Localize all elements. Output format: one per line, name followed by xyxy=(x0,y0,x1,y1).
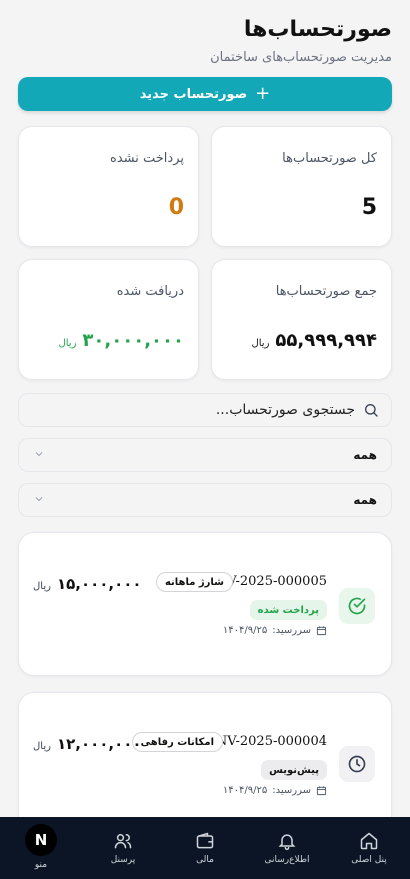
clock-icon xyxy=(339,746,375,782)
nav-label: پنل اصلی xyxy=(351,855,387,865)
nav-label: اطلاع‌رسانی xyxy=(264,855,310,865)
filter-select-status[interactable]: همه xyxy=(18,438,392,472)
amount-value: ۱۲,۰۰۰,۰۰۰ xyxy=(56,735,142,753)
plus-icon: + xyxy=(255,83,271,104)
stat-amount: ۵۵,۹۹۹,۹۹۴ ریال xyxy=(251,330,377,351)
stat-value: 0 xyxy=(168,195,184,220)
due-date: سررسید: ۱۴۰۴/۹/۲۵ xyxy=(223,785,327,796)
page-title: صورتحساب‌ها xyxy=(243,17,392,42)
chevron-down-icon xyxy=(33,493,45,508)
category-tag: شارژ ماهانه xyxy=(155,572,233,592)
stat-value: 5 xyxy=(361,195,377,220)
stat-label: جمع صورتحساب‌ها xyxy=(275,284,377,299)
bottom-nav: پنل اصلی اطلاع‌رسانی مالی پرسنل N منو xyxy=(0,817,410,879)
avatar: N xyxy=(25,824,57,856)
new-invoice-label: صورتحساب جدید xyxy=(139,86,248,102)
due-label: سررسید: xyxy=(272,625,311,636)
stat-amount: ۳۰,۰۰۰,۰۰۰ ریال xyxy=(58,330,184,351)
check-circle-icon xyxy=(339,588,375,624)
search-input[interactable] xyxy=(19,394,363,426)
nav-item-finance[interactable]: مالی xyxy=(164,831,246,865)
stat-card-received: دریافت شده ۳۰,۰۰۰,۰۰۰ ریال xyxy=(18,259,199,380)
stat-value: ۵۵,۹۹۹,۹۹۴ xyxy=(275,330,377,351)
invoice-amount: ریال ۱۲,۰۰۰,۰۰۰ xyxy=(33,735,142,753)
due-label: سررسید: xyxy=(272,785,311,796)
due-value: ۱۴۰۴/۹/۲۵ xyxy=(222,625,268,636)
home-icon xyxy=(360,832,378,850)
nav-label: منو xyxy=(34,860,48,870)
calendar-icon xyxy=(316,626,327,636)
currency-label: ریال xyxy=(33,581,51,592)
amount-value: ۱۵,۰۰۰,۰۰۰ xyxy=(56,575,142,593)
filter-value: همه xyxy=(353,448,377,462)
stat-card-unpaid: پرداخت نشده 0 xyxy=(18,126,199,247)
stat-label: دریافت شده xyxy=(116,284,184,299)
invoices-page: صورتحساب‌ها مدیریت صورتحساب‌های ساختمان … xyxy=(0,0,410,879)
status-badge: پرداخت شده xyxy=(249,600,327,620)
invoice-card[interactable]: INV-2025-000005 شارژ ماهانه پرداخت شده س… xyxy=(18,532,392,676)
filter-select-category[interactable]: همه xyxy=(18,483,392,517)
stat-card-total-sum: جمع صورتحساب‌ها ۵۵,۹۹۹,۹۹۴ ریال xyxy=(211,259,392,380)
users-icon xyxy=(114,834,132,849)
due-value: ۱۴۰۴/۹/۲۵ xyxy=(222,785,268,796)
page-subtitle: مدیریت صورتحساب‌های ساختمان xyxy=(210,50,392,65)
nav-label: پرسنل xyxy=(110,855,136,865)
currency-label: ریال xyxy=(58,338,77,349)
nav-item-staff[interactable]: پرسنل xyxy=(82,831,164,865)
currency-label: ریال xyxy=(33,741,51,752)
stat-label: پرداخت نشده xyxy=(110,151,184,166)
new-invoice-button[interactable]: + صورتحساب جدید xyxy=(18,77,392,111)
bell-icon xyxy=(278,834,296,851)
nav-label: مالی xyxy=(196,855,214,865)
chevron-down-icon xyxy=(33,448,45,463)
nav-item-notifications[interactable]: اطلاع‌رسانی xyxy=(246,831,328,865)
category-tag: امکانات رفاهی xyxy=(131,732,223,752)
invoice-code: INV-2025-000004 xyxy=(210,734,327,749)
page-header: صورتحساب‌ها مدیریت صورتحساب‌های ساختمان xyxy=(18,16,392,65)
nav-item-home[interactable]: پنل اصلی xyxy=(328,831,410,865)
search-icon xyxy=(365,404,378,417)
stat-value: ۳۰,۰۰۰,۰۰۰ xyxy=(82,330,184,351)
filter-value: همه xyxy=(353,493,377,507)
due-date: سررسید: ۱۴۰۴/۹/۲۵ xyxy=(223,625,327,636)
stat-label: کل صورتحساب‌ها xyxy=(282,151,377,166)
search-box xyxy=(18,393,392,427)
calendar-icon xyxy=(316,786,327,796)
nav-item-menu[interactable]: N منو xyxy=(0,824,82,870)
invoice-amount: ریال ۱۵,۰۰۰,۰۰۰ xyxy=(33,575,142,593)
status-badge: پیش‌نویس xyxy=(261,760,327,780)
currency-label: ریال xyxy=(251,338,270,349)
wallet-icon xyxy=(196,832,214,849)
stat-card-total-count: کل صورتحساب‌ها 5 xyxy=(211,126,392,247)
